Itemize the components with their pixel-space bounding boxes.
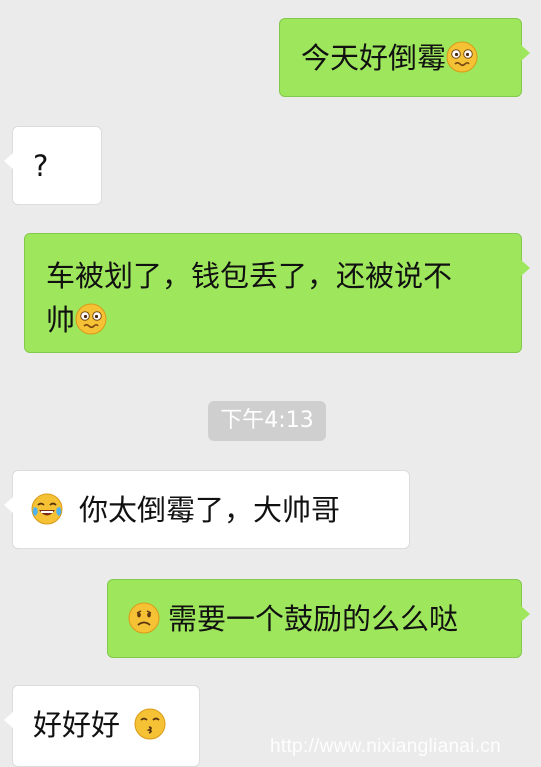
woozy-face-icon (75, 303, 107, 335)
timestamp-pill: 下午4:13 (208, 401, 326, 441)
woozy-face-icon (446, 41, 478, 73)
message-bubble-outgoing[interactable]: 需要一个鼓励的么么哒 (107, 579, 530, 658)
message-bubble-incoming[interactable]: ? (4, 126, 102, 205)
tears-of-joy-icon (31, 493, 63, 525)
watermark: http://www.nixianglianai.cn (270, 736, 501, 757)
message-text-line: 车被划了，钱包丢了，还被说不 (46, 259, 453, 293)
message-bubble-outgoing[interactable]: 车被划了，钱包丢了，还被说不 帅 (24, 233, 530, 353)
message-text: ? (33, 149, 49, 183)
message-text: 你太倒霉了，大帅哥 (79, 493, 341, 527)
slightly-frowning-face-icon (128, 602, 160, 634)
message-bubble-incoming[interactable]: 好好好 (4, 685, 200, 767)
message-text: 今天好倒霉 (301, 41, 447, 75)
message-bubble-outgoing[interactable]: 今天好倒霉 (279, 18, 530, 97)
message-bubble-incoming[interactable]: 你太倒霉了，大帅哥 (4, 470, 410, 549)
message-text: 好好好 (33, 708, 121, 742)
message-text: 需要一个鼓励的么么哒 (168, 602, 459, 636)
kissing-face-icon (134, 708, 166, 740)
message-text: 帅 (46, 303, 76, 337)
message-text-line: 帅 (46, 298, 521, 342)
